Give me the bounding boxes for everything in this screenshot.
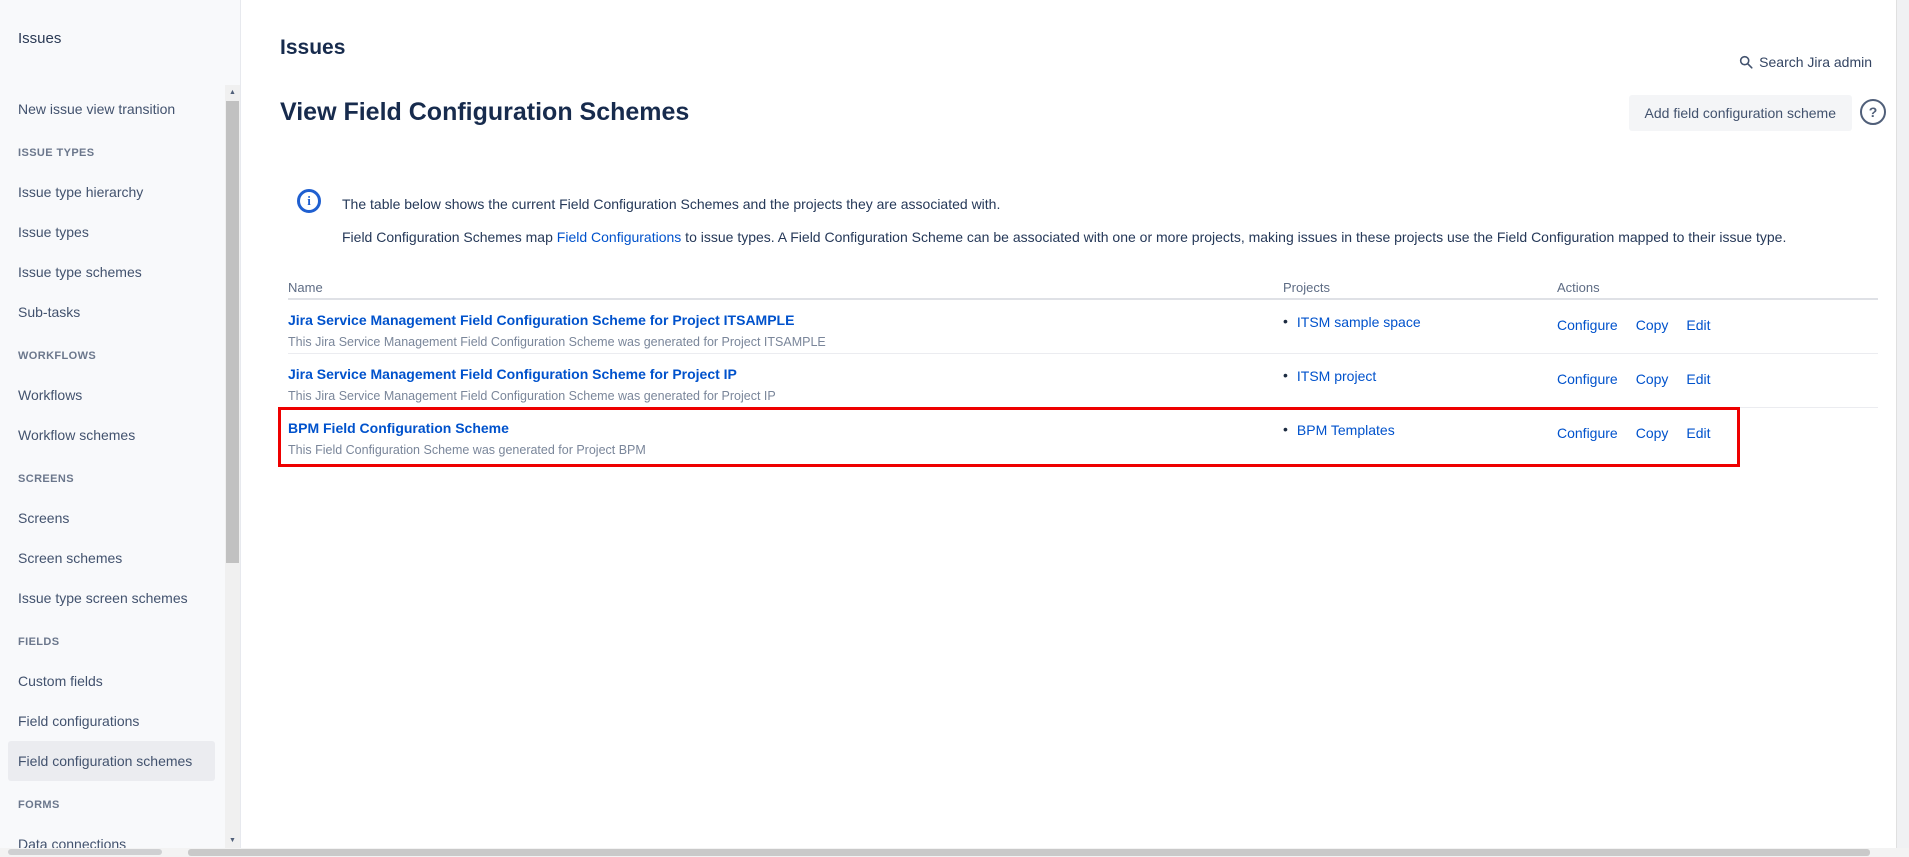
table-row: BPM Field Configuration Scheme This Fiel… <box>288 408 1878 462</box>
sidebar-item[interactable]: Sub-tasks <box>8 292 215 332</box>
info-icon: i <box>297 189 321 213</box>
breadcrumb-section-title: Issues <box>280 36 345 60</box>
scroll-down-icon[interactable]: ▼ <box>225 833 240 848</box>
projects-cell: • ITSM sample space <box>1283 300 1557 353</box>
sidebar-item[interactable]: Issue type hierarchy <box>8 172 215 212</box>
actions-cell: Configure Copy Edit <box>1557 354 1878 407</box>
sidebar-item[interactable]: Workflows <box>8 375 215 415</box>
name-cell: Jira Service Management Field Configurat… <box>288 300 1283 353</box>
table-row: Jira Service Management Field Configurat… <box>288 300 1878 354</box>
scheme-description: This Jira Service Management Field Confi… <box>288 389 1283 403</box>
sidebar-section-label: ISSUE TYPES <box>18 139 222 166</box>
sidebar-item-new-issue-view-transition[interactable]: New issue view transition <box>8 89 215 129</box>
info-line2-pre: Field Configuration Schemes map <box>342 229 557 245</box>
table-row: Jira Service Management Field Configurat… <box>288 354 1878 408</box>
sidebar-section-label: WORKFLOWS <box>18 342 222 369</box>
sidebar-item[interactable]: Screens <box>8 498 215 538</box>
bullet-icon: • <box>1283 314 1288 329</box>
sidebar-section-label: SCREENS <box>18 465 222 492</box>
search-jira-admin-link[interactable]: Search Jira admin <box>1739 54 1872 70</box>
info-text-line1: The table below shows the current Field … <box>342 196 1000 212</box>
edit-link[interactable]: Edit <box>1686 371 1710 407</box>
window-horizontal-scrollbar[interactable] <box>0 848 1909 857</box>
copy-link[interactable]: Copy <box>1636 317 1669 353</box>
sidebar-horizontal-scrollbar-thumb[interactable] <box>8 849 162 855</box>
main-horizontal-scrollbar-thumb[interactable] <box>188 849 1870 856</box>
column-header-projects: Projects <box>1283 280 1557 298</box>
edit-link[interactable]: Edit <box>1686 425 1710 462</box>
search-label: Search Jira admin <box>1759 54 1872 70</box>
sidebar-section-label: FIELDS <box>18 628 222 655</box>
scheme-table: Name Projects Actions Jira Service Manag… <box>288 276 1878 462</box>
column-header-name: Name <box>288 280 1283 298</box>
sidebar-sections: ISSUE TYPES Issue type hierarchyIssue ty… <box>0 139 240 848</box>
sidebar-item[interactable]: Field configurations <box>8 701 215 741</box>
copy-link[interactable]: Copy <box>1636 425 1669 462</box>
sidebar-section: FORMS Data connections <box>0 791 240 848</box>
sidebar-section: FIELDS Custom fieldsField configurations… <box>0 628 240 781</box>
page-title: View Field Configuration Schemes <box>280 98 689 127</box>
actions-cell: Configure Copy Edit <box>1557 300 1878 353</box>
sidebar-section: SCREENS ScreensScreen schemesIssue type … <box>0 465 240 618</box>
help-icon[interactable]: ? <box>1860 99 1886 125</box>
configure-link[interactable]: Configure <box>1557 371 1618 407</box>
configure-link[interactable]: Configure <box>1557 425 1618 462</box>
sidebar-scrollbar-thumb[interactable] <box>226 101 239 563</box>
sidebar-section-items: WorkflowsWorkflow schemes <box>0 375 240 455</box>
sidebar-scrollbar[interactable]: ▲ ▼ <box>225 85 240 848</box>
sidebar-item[interactable]: Issue types <box>8 212 215 252</box>
scheme-table-header: Name Projects Actions <box>288 276 1878 300</box>
configure-link[interactable]: Configure <box>1557 317 1618 353</box>
sidebar-section: ISSUE TYPES Issue type hierarchyIssue ty… <box>0 139 240 332</box>
actions-cell: Configure Copy Edit <box>1557 408 1878 462</box>
scheme-name-link[interactable]: Jira Service Management Field Configurat… <box>288 366 737 382</box>
info-line2-post: to issue types. A Field Configuration Sc… <box>681 229 1786 245</box>
main-content: Issues View Field Configuration Schemes … <box>242 0 1896 848</box>
sidebar-item[interactable]: Screen schemes <box>8 538 215 578</box>
column-header-actions: Actions <box>1557 280 1878 298</box>
scheme-table-body: Jira Service Management Field Configurat… <box>288 300 1878 462</box>
sidebar-section-items: Data connections <box>0 824 240 848</box>
bullet-icon: • <box>1283 422 1288 437</box>
sidebar-item[interactable]: Field configuration schemes <box>8 741 215 781</box>
scheme-name-link[interactable]: BPM Field Configuration Scheme <box>288 420 509 436</box>
sidebar-section: WORKFLOWS WorkflowsWorkflow schemes <box>0 342 240 455</box>
project-link[interactable]: ITSM sample space <box>1297 314 1421 330</box>
sidebar-item[interactable]: Data connections <box>8 824 215 848</box>
sidebar-section-items: Custom fieldsField configurationsField c… <box>0 661 240 781</box>
add-field-configuration-scheme-button[interactable]: Add field configuration scheme <box>1629 95 1852 131</box>
project-link[interactable]: BPM Templates <box>1297 422 1395 438</box>
projects-cell: • BPM Templates <box>1283 408 1557 462</box>
app: { "sidebar": { "title": "Issues", "top_i… <box>0 0 1909 857</box>
sidebar-item[interactable]: Custom fields <box>8 661 215 701</box>
project-link[interactable]: ITSM project <box>1297 368 1376 384</box>
sidebar-section-items: ScreensScreen schemesIssue type screen s… <box>0 498 240 618</box>
scheme-name-link[interactable]: Jira Service Management Field Configurat… <box>288 312 794 328</box>
projects-cell: • ITSM project <box>1283 354 1557 407</box>
admin-sidebar: Issues New issue view transition ISSUE T… <box>0 0 241 848</box>
name-cell: Jira Service Management Field Configurat… <box>288 354 1283 407</box>
name-cell: BPM Field Configuration Scheme This Fiel… <box>288 408 1283 462</box>
info-text-line2: Field Configuration Schemes map Field Co… <box>342 229 1786 245</box>
sidebar-item[interactable]: Workflow schemes <box>8 415 215 455</box>
sidebar-section-label: FORMS <box>18 791 222 818</box>
sidebar-title: Issues <box>18 30 240 47</box>
scheme-description: This Field Configuration Scheme was gene… <box>288 443 1283 457</box>
scheme-description: This Jira Service Management Field Confi… <box>288 335 1283 349</box>
search-icon <box>1739 55 1753 69</box>
field-configurations-link[interactable]: Field Configurations <box>557 229 682 245</box>
scroll-up-icon[interactable]: ▲ <box>225 85 240 100</box>
sidebar-item[interactable]: Issue type schemes <box>8 252 215 292</box>
window-vertical-scrollbar[interactable] <box>1896 0 1909 848</box>
sidebar-section-items: Issue type hierarchyIssue typesIssue typ… <box>0 172 240 332</box>
sidebar-item[interactable]: Issue type screen schemes <box>8 578 215 618</box>
bullet-icon: • <box>1283 368 1288 383</box>
copy-link[interactable]: Copy <box>1636 371 1669 407</box>
edit-link[interactable]: Edit <box>1686 317 1710 353</box>
